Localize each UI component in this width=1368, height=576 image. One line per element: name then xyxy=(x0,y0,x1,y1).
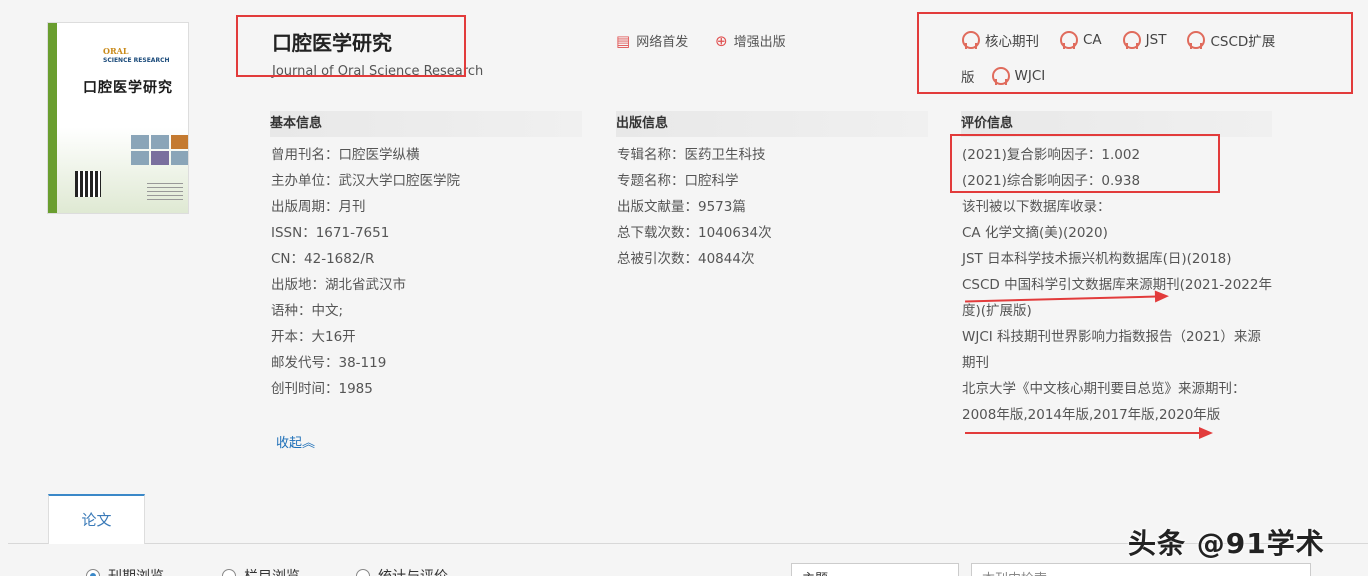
info-row: 创刊时间：1985 xyxy=(271,376,460,402)
radio-browse-column[interactable]: 栏目浏览 xyxy=(222,566,300,576)
info-key: CN： xyxy=(271,251,305,267)
info-row: 语种：中文; xyxy=(271,298,460,324)
info-value: 1985 xyxy=(338,381,373,397)
info-value: 口腔科学 xyxy=(684,173,739,189)
tag-label: 网络首发 xyxy=(636,35,689,50)
eval-line: 北京大学《中文核心期刊要目总览》来源期刊： xyxy=(962,381,1246,397)
cover-fine-print xyxy=(147,183,183,203)
info-value: 月刊 xyxy=(338,199,366,215)
publish-info-list: 专辑名称：医药卫生科技 专题名称：口腔科学 出版文献量：9573篇 总下载次数：104… xyxy=(617,142,772,272)
info-key: 曾用刊名： xyxy=(271,147,339,163)
section-heading-basic: 基本信息 xyxy=(270,111,582,137)
info-key: 创刊时间： xyxy=(271,381,339,397)
info-key: 开本： xyxy=(271,329,312,345)
annotation-box-impact xyxy=(950,134,1220,193)
radio-icon[interactable] xyxy=(86,569,100,576)
info-row: 出版周期：月刊 xyxy=(271,194,460,220)
info-value: 40844次 xyxy=(698,251,755,267)
radio-browse-issue[interactable]: 刊期浏览 xyxy=(86,566,164,576)
radio-label: 栏目浏览 xyxy=(244,566,300,576)
info-row: 主办单位：武汉大学口腔医学院 xyxy=(271,168,460,194)
radio-label: 统计与评价 xyxy=(378,566,448,576)
info-row: 总下载次数：1040634次 xyxy=(617,220,772,246)
journal-cover: ORAL SCIENCE RESEARCH 口腔医学研究 xyxy=(47,22,189,214)
info-row: 开本：大16开 xyxy=(271,324,460,350)
info-key: 专辑名称： xyxy=(617,147,685,163)
radio-label: 刊期浏览 xyxy=(108,566,164,576)
qr-code-icon xyxy=(75,171,101,197)
cover-strip xyxy=(48,23,57,213)
info-value: 医药卫生科技 xyxy=(684,147,766,163)
cover-thumbnails xyxy=(131,135,188,165)
info-key: 邮发代号： xyxy=(271,355,339,371)
radio-icon[interactable] xyxy=(356,569,370,576)
annotation-box-badges xyxy=(917,12,1353,94)
eval-line: WJCI 科技期刊世界影响力指数报告（2021）来源 xyxy=(962,329,1261,345)
eval-line: 期刊 xyxy=(962,355,989,371)
info-key: 总下载次数： xyxy=(617,225,698,241)
info-row: 出版地：湖北省武汉市 xyxy=(271,272,460,298)
cover-title-zh: 口腔医学研究 xyxy=(83,80,173,96)
info-key: 语种： xyxy=(271,303,312,319)
cover-main: ORAL SCIENCE RESEARCH 口腔医学研究 xyxy=(57,23,188,213)
info-value: 大16开 xyxy=(311,329,356,345)
eval-line: 度)(扩展版) xyxy=(962,303,1032,319)
info-row: CN：42-1682/R xyxy=(271,246,460,272)
doc-icon: ▤ xyxy=(616,31,631,50)
basic-info-list: 曾用刊名：口腔医学纵横 主办单位：武汉大学口腔医学院 出版周期：月刊 ISSN：167… xyxy=(271,142,460,402)
info-row: 曾用刊名：口腔医学纵横 xyxy=(271,142,460,168)
info-row: 邮发代号：38-119 xyxy=(271,350,460,376)
info-row: 出版文献量：9573篇 xyxy=(617,194,772,220)
collapse-link[interactable]: 收起︽ xyxy=(276,432,315,451)
info-value: 1671-7651 xyxy=(315,225,390,241)
eval-line: 该刊被以下数据库收录： xyxy=(962,199,1111,215)
tag-label: 增强出版 xyxy=(733,35,786,50)
info-value: 口腔医学纵横 xyxy=(338,147,420,163)
info-value: 武汉大学口腔医学院 xyxy=(338,173,461,189)
annotation-arrow-pku xyxy=(965,427,1213,439)
search-field-select[interactable]: 主题 xyxy=(791,563,959,576)
info-row: ISSN：1671-7651 xyxy=(271,220,460,246)
info-key: 主办单位： xyxy=(271,173,339,189)
info-value: 湖北省武汉市 xyxy=(325,277,406,293)
eval-line: 2008年版,2014年版,2017年版,2020年版 xyxy=(962,407,1221,423)
cover-title-en: ORAL xyxy=(103,46,129,56)
eval-line: CSCD 中国科学引文数据库来源期刊(2021-2022年 xyxy=(962,277,1272,293)
tag-network-first[interactable]: ▤ 网络首发 xyxy=(616,31,689,51)
tab-papers[interactable]: 论文 xyxy=(48,494,145,544)
eval-line: JST 日本科学技术振兴机构数据库(日)(2018) xyxy=(962,251,1232,267)
radio-stats[interactable]: 统计与评价 xyxy=(356,566,448,576)
radio-icon[interactable] xyxy=(222,569,236,576)
info-key: 出版地： xyxy=(271,277,325,293)
info-value: 9573篇 xyxy=(698,199,746,215)
section-heading-publish: 出版信息 xyxy=(616,111,928,137)
info-key: 出版周期： xyxy=(271,199,339,215)
tag-enhanced[interactable]: ⊕ 增强出版 xyxy=(715,31,786,51)
watermark-text: 头条 @91学术 xyxy=(1128,527,1325,560)
info-value: 中文; xyxy=(311,303,344,319)
info-value: 42-1682/R xyxy=(304,251,375,267)
info-key: 总被引次数： xyxy=(617,251,698,267)
info-value: 1040634次 xyxy=(698,225,772,241)
info-row: 总被引次数：40844次 xyxy=(617,246,772,272)
info-row: 专辑名称：医药卫生科技 xyxy=(617,142,772,168)
globe-icon: ⊕ xyxy=(715,31,728,50)
annotation-box-title xyxy=(236,15,466,77)
cover-subtitle-en: SCIENCE RESEARCH xyxy=(103,57,170,64)
info-row: 专题名称：口腔科学 xyxy=(617,168,772,194)
journal-search-input[interactable]: 本刊内检索 xyxy=(971,563,1311,576)
eval-line: CA 化学文摘(美)(2020) xyxy=(962,225,1108,241)
info-key: ISSN： xyxy=(271,225,316,241)
info-value: 38-119 xyxy=(338,355,387,371)
info-key: 出版文献量： xyxy=(617,199,698,215)
info-key: 专题名称： xyxy=(617,173,685,189)
